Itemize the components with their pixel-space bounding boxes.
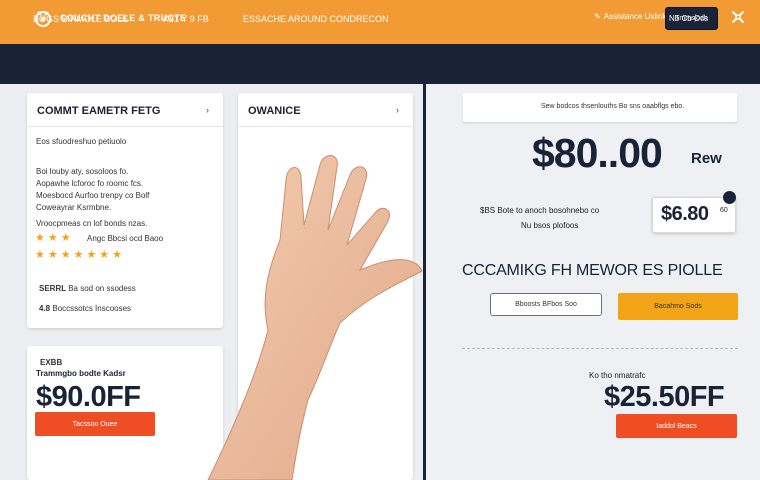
feature-card-title: COMMT EAMETR FETG bbox=[37, 105, 161, 117]
product-card-title: OWANICE bbox=[248, 105, 301, 117]
hero-price-suffix: Rew bbox=[691, 150, 722, 167]
feature-card-header[interactable]: COMMT EAMETR FETG › bbox=[27, 93, 223, 127]
feature-card: COMMT EAMETR FETG › Eos sfuodreshuo peti… bbox=[27, 93, 223, 328]
offer-label: Ko tho nmatrafc bbox=[589, 371, 646, 380]
price-badge: $6.80 bbox=[652, 197, 736, 233]
nav-right-link[interactable]: Nb Cb Ocs bbox=[669, 14, 708, 23]
settings-icon[interactable] bbox=[729, 8, 747, 26]
price-subline: Nu bsos plofoos bbox=[521, 221, 579, 230]
rating-caption: Boccssotcs Inscooses bbox=[52, 304, 132, 313]
top-link-label: Assistance Uxlink bbox=[603, 12, 667, 21]
rating-label-b: Ba sod on ssodess bbox=[68, 284, 136, 293]
feature-line: Aopawhe lcforoc fo roomc fcs. bbox=[36, 179, 144, 188]
offer-card: EXBB Trammgbo bodte Kadsr $90.0FF Tacsso… bbox=[27, 346, 223, 480]
nav-item-1[interactable]: BOGS BIRMOLE BOLE bbox=[33, 14, 129, 24]
info-bar: Sew bodcos thsenlouths Bo sns oaabflgs e… bbox=[463, 93, 737, 122]
feature-line: Vroocpmeas cn lof bonds nzas. bbox=[36, 219, 148, 228]
badge-number: 60 bbox=[720, 207, 728, 214]
nav-item-3[interactable]: ESSACHE AROUND CONDRECON bbox=[243, 14, 389, 24]
feature-line: Boi louby aty, sosoloos fo. bbox=[36, 167, 129, 176]
hand-illustration bbox=[207, 155, 423, 480]
price-badge-text: $6.80 bbox=[661, 203, 709, 225]
star-rating-icon: ★★★ bbox=[35, 232, 74, 244]
feature-intro: Eos sfuodreshuo petiuolo bbox=[36, 137, 127, 146]
info-text: Sew bodcos thsenlouths Bo sns oaabflgs e… bbox=[541, 103, 685, 110]
feature-line: Moesbocd Aurfoo trenpy co Bolf bbox=[36, 191, 150, 200]
rating-row: 4.8 Boccssotcs Inscooses bbox=[39, 303, 131, 314]
feature-line: Angc Bbcsi ocd Baoo bbox=[87, 234, 164, 243]
offer-card-sublabel: Trammgbo bodte Kadsr bbox=[36, 369, 126, 378]
nav-active-indicator bbox=[94, 29, 106, 31]
chevron-right-icon[interactable]: › bbox=[206, 105, 209, 115]
hero-price: $80..00 bbox=[532, 130, 663, 176]
offer-price: $25.50FF bbox=[604, 381, 725, 413]
rating-label-a: SERRL bbox=[39, 284, 66, 293]
secondary-button[interactable]: Bboosts BFbos Soo bbox=[490, 293, 602, 316]
rating-value: 4.8 bbox=[39, 304, 51, 313]
top-link[interactable]: ✎ Assistance Uxlink bbox=[594, 12, 666, 21]
pen-icon: ✎ bbox=[594, 12, 601, 21]
dashed-divider bbox=[462, 348, 738, 349]
nav-item-2[interactable]: K81 Y 9 FB bbox=[163, 14, 209, 24]
offer-button[interactable]: Iaddol Beacs bbox=[616, 414, 737, 438]
product-card-header[interactable]: OWANICE › bbox=[238, 93, 413, 127]
offer-card-price: $90.0FF bbox=[36, 381, 141, 413]
primary-button[interactable]: Bacahmo Sods bbox=[618, 293, 738, 320]
offer-card-label: EXBB bbox=[40, 358, 63, 367]
badge-dot-icon bbox=[723, 191, 736, 204]
star-rating-icon: ★★★★★★★ bbox=[35, 249, 126, 261]
price-subline: $BS Bote to anoch bosohnebo co bbox=[480, 206, 600, 215]
rating-label: SERRL Ba sod on ssodess bbox=[39, 283, 136, 294]
chevron-right-icon[interactable]: › bbox=[396, 105, 399, 115]
feature-line: Coweayrar Ksrmbne. bbox=[36, 203, 112, 212]
promo-heading: CCCAMIKG FH MEWOR ES PIOLLE bbox=[462, 262, 723, 279]
offer-card-button[interactable]: Tacssoo Ouee bbox=[35, 412, 155, 436]
nav-bar bbox=[0, 44, 760, 84]
